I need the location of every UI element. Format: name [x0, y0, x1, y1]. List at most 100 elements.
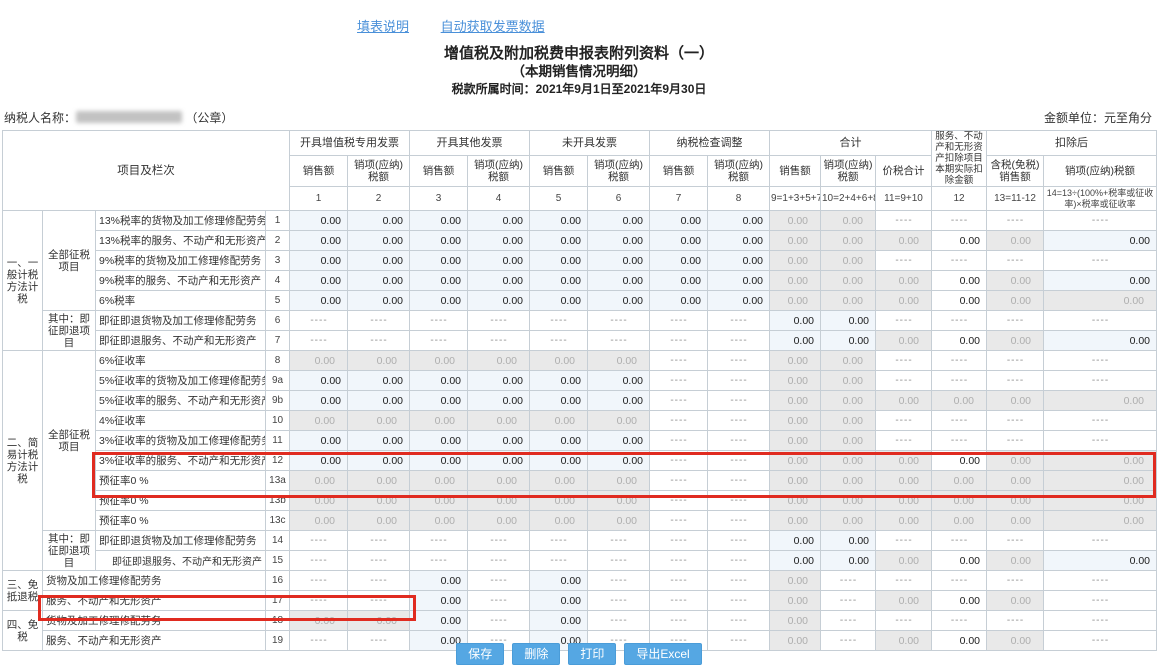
cell-r2-c12[interactable]: 0.00	[932, 231, 987, 251]
cell-r7-c12[interactable]: 0.00	[932, 331, 987, 351]
cell-r2-c4[interactable]: 0.00	[468, 231, 530, 251]
cell-r18-c5[interactable]: 0.00	[530, 611, 588, 631]
cell-r17-c12[interactable]: 0.00	[932, 591, 987, 611]
delete-button[interactable]: 删除	[512, 643, 560, 665]
cell-r14-c10[interactable]: 0.00	[821, 531, 876, 551]
column-subheader: 价税合计	[876, 155, 932, 186]
cell-r1-c1[interactable]: 0.00	[290, 211, 348, 231]
cell-r1-c4[interactable]: 0.00	[468, 211, 530, 231]
cell-r15-c10[interactable]: 0.00	[821, 551, 876, 571]
cell-r5-c3[interactable]: 0.00	[410, 291, 468, 311]
column-group-header-5: 服务、不动产和无形资产扣除项目本期实际扣除金额	[932, 131, 987, 187]
cell-r7-c9[interactable]: 0.00	[770, 331, 821, 351]
cell-r2-c8[interactable]: 0.00	[708, 231, 770, 251]
cell-r6-c9[interactable]: 0.00	[770, 311, 821, 331]
cell-r12-c1[interactable]: 0.00	[290, 451, 348, 471]
cell-r14-c9[interactable]: 0.00	[770, 531, 821, 551]
cell-r4-c8[interactable]: 0.00	[708, 271, 770, 291]
cell-r9a-c4[interactable]: 0.00	[468, 371, 530, 391]
cell-r15-c14[interactable]: 0.00	[1044, 551, 1157, 571]
cell-r9b-c6[interactable]: 0.00	[588, 391, 650, 411]
cell-r2-c5[interactable]: 0.00	[530, 231, 588, 251]
cell-r4-c14[interactable]: 0.00	[1044, 271, 1157, 291]
cell-r11-c1[interactable]: 0.00	[290, 431, 348, 451]
cell-r15-c12[interactable]: 0.00	[932, 551, 987, 571]
cell-r3-c1[interactable]: 0.00	[290, 251, 348, 271]
cell-r4-c2[interactable]: 0.00	[348, 271, 410, 291]
cell-r2-c2[interactable]: 0.00	[348, 231, 410, 251]
cell-r11-c5[interactable]: 0.00	[530, 431, 588, 451]
cell-r12-c5[interactable]: 0.00	[530, 451, 588, 471]
cell-r16-c5[interactable]: 0.00	[530, 571, 588, 591]
cell-r12-c4[interactable]: 0.00	[468, 451, 530, 471]
cell-r11-c4[interactable]: 0.00	[468, 431, 530, 451]
cell-r9b-c4[interactable]: 0.00	[468, 391, 530, 411]
cell-r18-c3[interactable]: 0.00	[410, 611, 468, 631]
print-button[interactable]: 打印	[568, 643, 616, 665]
cell-r7-c10[interactable]: 0.00	[821, 331, 876, 351]
cell-r5-c5[interactable]: 0.00	[530, 291, 588, 311]
cell-r12-c6[interactable]: 0.00	[588, 451, 650, 471]
cell-r3-c6[interactable]: 0.00	[588, 251, 650, 271]
cell-r1-c2[interactable]: 0.00	[348, 211, 410, 231]
cell-r9b-c1[interactable]: 0.00	[290, 391, 348, 411]
cell-r9a-c5[interactable]: 0.00	[530, 371, 588, 391]
cell-r2-c7[interactable]: 0.00	[650, 231, 708, 251]
cell-r17-c3[interactable]: 0.00	[410, 591, 468, 611]
cell-r5-c6[interactable]: 0.00	[588, 291, 650, 311]
cell-r11-c3[interactable]: 0.00	[410, 431, 468, 451]
cell-r3-c2[interactable]: 0.00	[348, 251, 410, 271]
cell-r17-c5[interactable]: 0.00	[530, 591, 588, 611]
cell-r11-c2[interactable]: 0.00	[348, 431, 410, 451]
cell-r5-c8[interactable]: 0.00	[708, 291, 770, 311]
cell-r13b-c2: 0.00	[348, 491, 410, 511]
cell-r3-c7[interactable]: 0.00	[650, 251, 708, 271]
cell-r3-c3[interactable]: 0.00	[410, 251, 468, 271]
fill-instructions-link[interactable]: 填表说明	[357, 19, 409, 34]
cell-r3-c8[interactable]: 0.00	[708, 251, 770, 271]
cell-r2-c3[interactable]: 0.00	[410, 231, 468, 251]
cell-r5-c7[interactable]: 0.00	[650, 291, 708, 311]
cell-r9a-c3[interactable]: 0.00	[410, 371, 468, 391]
cell-r1-c8[interactable]: 0.00	[708, 211, 770, 231]
cell-r5-c2[interactable]: 0.00	[348, 291, 410, 311]
cell-r2-c14[interactable]: 0.00	[1044, 231, 1157, 251]
save-button[interactable]: 保存	[456, 643, 504, 665]
cell-r1-c5[interactable]: 0.00	[530, 211, 588, 231]
cell-r9b-c3[interactable]: 0.00	[410, 391, 468, 411]
cell-r4-c5[interactable]: 0.00	[530, 271, 588, 291]
export-excel-button[interactable]: 导出Excel	[624, 643, 701, 665]
cell-r13a-c12: 0.00	[932, 471, 987, 491]
cell-r4-c6[interactable]: 0.00	[588, 271, 650, 291]
cell-r4-c3[interactable]: 0.00	[410, 271, 468, 291]
cell-r12-c7: ----	[650, 451, 708, 471]
cell-r3-c4[interactable]: 0.00	[468, 251, 530, 271]
cell-r4-c1[interactable]: 0.00	[290, 271, 348, 291]
cell-r2-c1[interactable]: 0.00	[290, 231, 348, 251]
cell-r4-c12[interactable]: 0.00	[932, 271, 987, 291]
cell-r2-c6[interactable]: 0.00	[588, 231, 650, 251]
cell-r7-c14[interactable]: 0.00	[1044, 331, 1157, 351]
cell-r16-c3[interactable]: 0.00	[410, 571, 468, 591]
cell-r3-c5[interactable]: 0.00	[530, 251, 588, 271]
cell-r6-c10[interactable]: 0.00	[821, 311, 876, 331]
cell-r4-c7[interactable]: 0.00	[650, 271, 708, 291]
cell-r15-c9[interactable]: 0.00	[770, 551, 821, 571]
cell-r1-c7[interactable]: 0.00	[650, 211, 708, 231]
cell-r9a-c6[interactable]: 0.00	[588, 371, 650, 391]
cell-r1-c6[interactable]: 0.00	[588, 211, 650, 231]
cell-r5-c4[interactable]: 0.00	[468, 291, 530, 311]
cell-r5-c12[interactable]: 0.00	[932, 291, 987, 311]
auto-fetch-invoice-data-link[interactable]: 自动获取发票数据	[441, 19, 545, 34]
cell-r11-c6[interactable]: 0.00	[588, 431, 650, 451]
cell-r9a-c2[interactable]: 0.00	[348, 371, 410, 391]
cell-r12-c2[interactable]: 0.00	[348, 451, 410, 471]
cell-r5-c1[interactable]: 0.00	[290, 291, 348, 311]
cell-r12-c3[interactable]: 0.00	[410, 451, 468, 471]
cell-r9b-c2[interactable]: 0.00	[348, 391, 410, 411]
cell-r9a-c1[interactable]: 0.00	[290, 371, 348, 391]
cell-r9b-c5[interactable]: 0.00	[530, 391, 588, 411]
cell-r4-c4[interactable]: 0.00	[468, 271, 530, 291]
cell-r12-c12[interactable]: 0.00	[932, 451, 987, 471]
cell-r1-c3[interactable]: 0.00	[410, 211, 468, 231]
